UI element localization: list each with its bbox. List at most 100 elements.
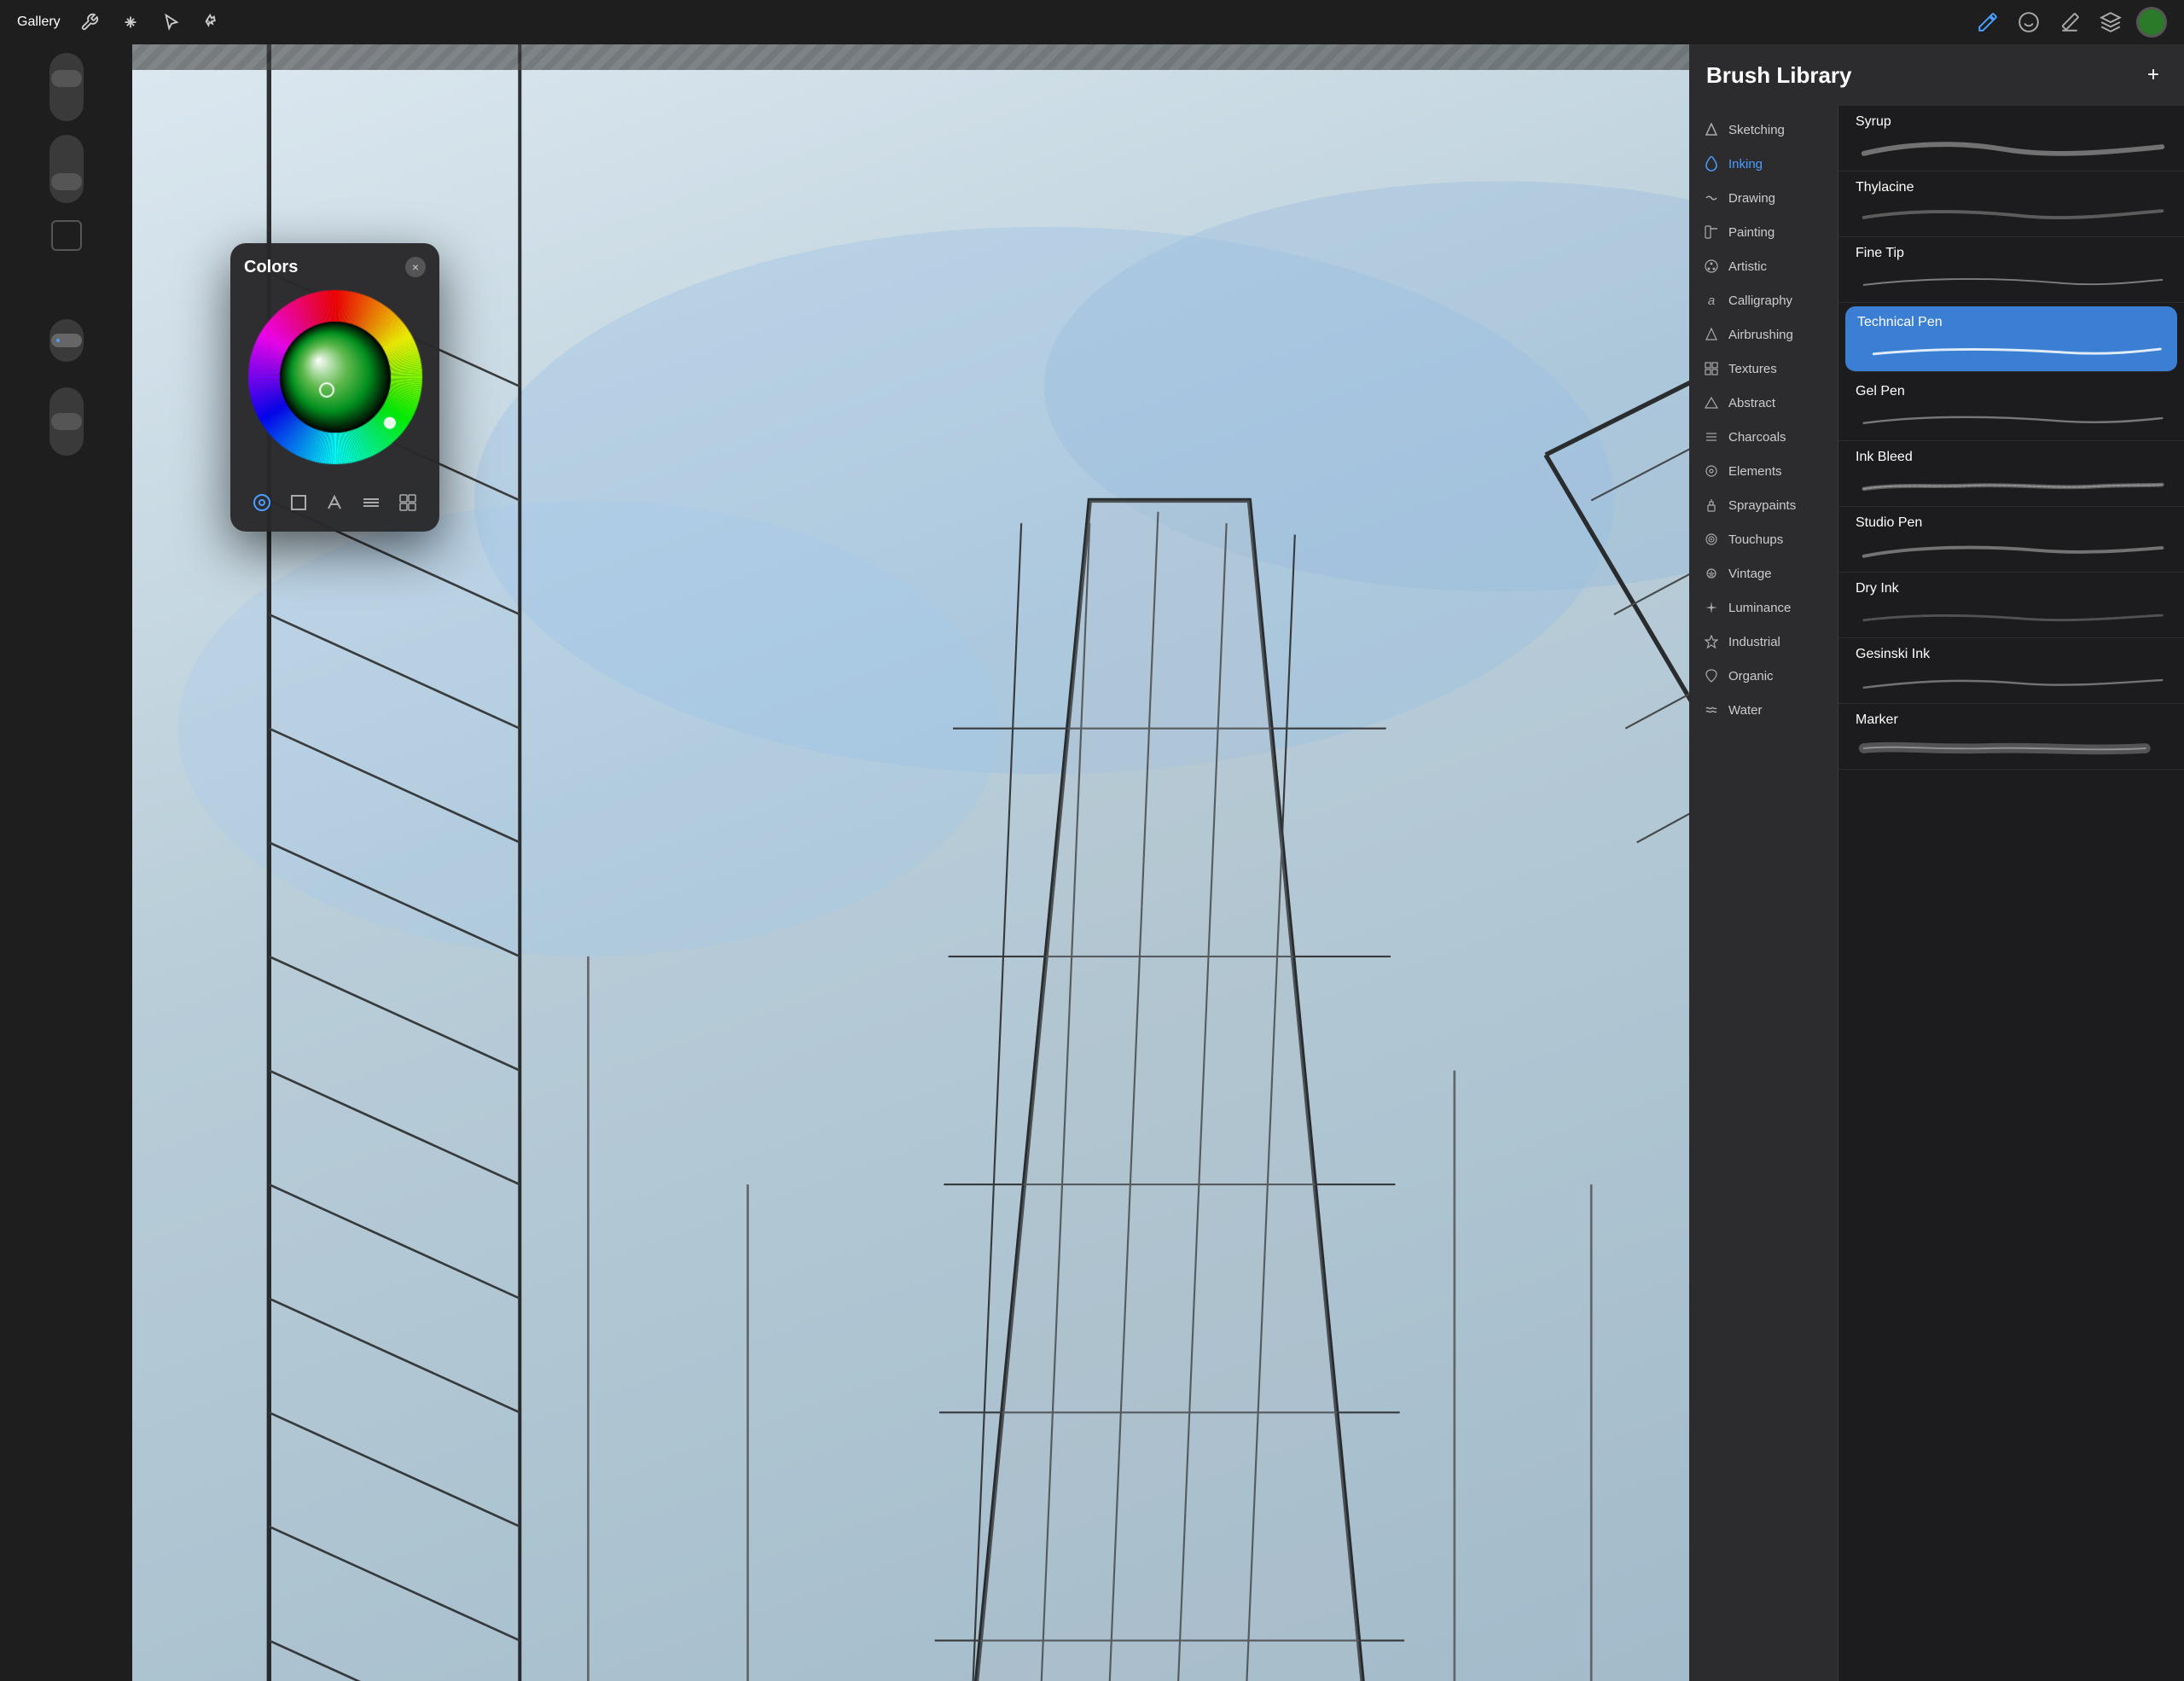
- category-abstract[interactable]: Abstract: [1689, 386, 1838, 420]
- brush-preview-gel-pen: [1852, 406, 2170, 432]
- category-calligraphy[interactable]: a Calligraphy: [1689, 283, 1838, 317]
- wrench-icon[interactable]: [78, 10, 102, 34]
- brush-preview-fine-tip: [1852, 268, 2170, 294]
- sidebar-dots: [56, 339, 60, 342]
- category-elements[interactable]: Elements: [1689, 454, 1838, 488]
- category-vintage[interactable]: Vintage: [1689, 556, 1838, 590]
- brush-name-gel-pen: Gel Pen: [1852, 384, 2170, 399]
- elements-icon: [1703, 462, 1720, 480]
- brush-preview-thylacine: [1852, 202, 2170, 228]
- airbrushing-icon: [1703, 326, 1720, 343]
- brush-name-fine-tip: Fine Tip: [1852, 246, 2170, 261]
- color-wheel-canvas[interactable]: [246, 288, 425, 467]
- transform-icon[interactable]: [200, 10, 224, 34]
- smudge-tool-icon[interactable]: [2013, 7, 2044, 38]
- brush-name-marker: Marker: [1852, 713, 2170, 728]
- top-bar-left: Gallery: [17, 10, 224, 34]
- brush-item-technical-pen[interactable]: Technical Pen: [1845, 306, 2177, 372]
- left-sidebar: [0, 44, 132, 1681]
- industrial-icon: [1703, 633, 1720, 650]
- brush-preview-marker: [1852, 735, 2170, 760]
- brush-name-gesinski-ink: Gesinski Ink: [1852, 647, 2170, 662]
- touchups-icon: [1703, 531, 1720, 548]
- flow-slider[interactable]: [49, 387, 84, 456]
- colors-panel: Colors ×: [230, 243, 439, 532]
- category-painting[interactable]: Painting: [1689, 215, 1838, 249]
- colors-panel-title: Colors: [244, 258, 298, 277]
- brush-item-thylacine[interactable]: Thylacine: [1838, 172, 2184, 237]
- brush-preview-studio-pen: [1852, 538, 2170, 563]
- color-panel-tools: [244, 480, 426, 518]
- canvas-stripe-header: [132, 44, 1689, 70]
- abstract-icon: [1703, 394, 1720, 411]
- size-slider[interactable]: [49, 135, 84, 203]
- category-industrial[interactable]: Industrial: [1689, 625, 1838, 659]
- sidebar-small-slider[interactable]: [49, 319, 84, 362]
- sidebar-modifier-box[interactable]: [51, 220, 82, 251]
- brush-tool-icon[interactable]: [1972, 7, 2003, 38]
- brush-name-technical-pen: Technical Pen: [1854, 315, 2169, 330]
- category-organic[interactable]: Organic: [1689, 659, 1838, 693]
- brush-list: Syrup Thylacine Fine Tip Technical Pen: [1838, 44, 2184, 1681]
- wand-icon[interactable]: [119, 10, 142, 34]
- brush-item-syrup[interactable]: Syrup: [1838, 106, 2184, 172]
- luminance-icon: [1703, 599, 1720, 616]
- brush-library-title: Brush Library: [1706, 62, 1852, 89]
- top-bar-right: [1972, 7, 2167, 38]
- brush-item-studio-pen[interactable]: Studio Pen: [1838, 507, 2184, 573]
- color-wheel-container[interactable]: [246, 288, 425, 467]
- brush-name-syrup: Syrup: [1852, 114, 2170, 130]
- sketching-icon: [1703, 121, 1720, 138]
- category-touchups[interactable]: Touchups: [1689, 522, 1838, 556]
- water-icon: [1703, 701, 1720, 718]
- artistic-icon: [1703, 258, 1720, 275]
- opacity-slider[interactable]: [49, 53, 84, 121]
- category-artistic[interactable]: Artistic: [1689, 249, 1838, 283]
- colors-panel-header: Colors ×: [244, 257, 426, 277]
- inking-icon: [1703, 155, 1720, 172]
- spraypaints-icon: [1703, 497, 1720, 514]
- category-inking[interactable]: Inking: [1689, 147, 1838, 181]
- color-harmony-button[interactable]: [319, 487, 350, 518]
- category-airbrushing[interactable]: Airbrushing: [1689, 317, 1838, 352]
- brush-preview-technical-pen: [1854, 337, 2169, 363]
- charcoals-icon: [1703, 428, 1720, 445]
- brush-item-gesinski-ink[interactable]: Gesinski Ink: [1838, 638, 2184, 704]
- drawing-icon: [1703, 189, 1720, 206]
- category-drawing[interactable]: Drawing: [1689, 181, 1838, 215]
- brush-name-thylacine: Thylacine: [1852, 180, 2170, 195]
- category-water[interactable]: Water: [1689, 693, 1838, 727]
- category-charcoals[interactable]: Charcoals: [1689, 420, 1838, 454]
- color-palette-button[interactable]: [392, 487, 423, 518]
- brush-name-ink-bleed: Ink Bleed: [1852, 450, 2170, 465]
- brush-item-dry-ink[interactable]: Dry Ink: [1838, 573, 2184, 638]
- eraser-tool-icon[interactable]: [2054, 7, 2085, 38]
- brush-preview-ink-bleed: [1852, 472, 2170, 497]
- selection-icon[interactable]: [160, 10, 183, 34]
- category-textures[interactable]: Textures: [1689, 352, 1838, 386]
- category-spraypaints[interactable]: Spraypaints: [1689, 488, 1838, 522]
- color-picker[interactable]: [2136, 7, 2167, 38]
- layers-tool-icon[interactable]: [2095, 7, 2126, 38]
- painting-icon: [1703, 224, 1720, 241]
- color-square-button[interactable]: [283, 487, 314, 518]
- brush-library-panel-header: Brush Library +: [1689, 44, 2184, 106]
- colors-close-button[interactable]: ×: [405, 257, 426, 277]
- vintage-icon: [1703, 565, 1720, 582]
- brush-preview-syrup: [1852, 137, 2170, 162]
- brush-item-fine-tip[interactable]: Fine Tip: [1838, 237, 2184, 303]
- color-disc-button[interactable]: [247, 487, 277, 518]
- brush-item-gel-pen[interactable]: Gel Pen: [1838, 375, 2184, 441]
- brush-item-ink-bleed[interactable]: Ink Bleed: [1838, 441, 2184, 507]
- category-luminance[interactable]: Luminance: [1689, 590, 1838, 625]
- top-bar: Gallery: [0, 0, 2184, 44]
- brush-item-marker[interactable]: Marker: [1838, 704, 2184, 770]
- calligraphy-icon: a: [1703, 292, 1720, 309]
- color-gradient-button[interactable]: [356, 487, 386, 518]
- brush-add-button[interactable]: +: [2140, 61, 2167, 89]
- brush-categories-list: Sketching Inking Drawing Painting Artist…: [1689, 44, 1838, 1681]
- category-sketching[interactable]: Sketching: [1689, 113, 1838, 147]
- organic-icon: [1703, 667, 1720, 684]
- gallery-button[interactable]: Gallery: [17, 15, 61, 30]
- textures-icon: [1703, 360, 1720, 377]
